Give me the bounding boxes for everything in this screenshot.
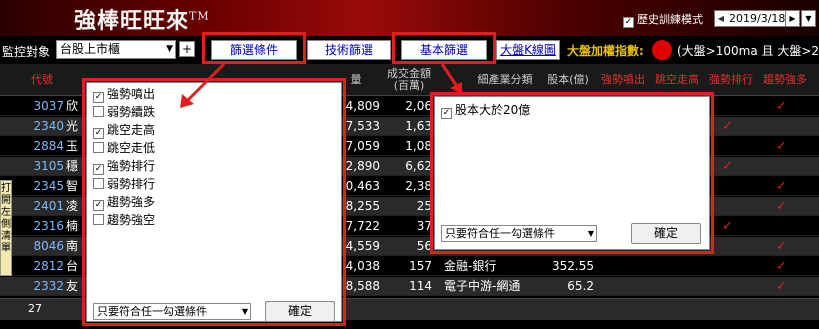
industry-value: 電子中游-網通 (444, 279, 521, 293)
stock-code: 2401 (33, 199, 64, 213)
check-strength-rank (722, 257, 742, 276)
market-select[interactable]: 台股上市櫃 ▼ (56, 40, 176, 59)
date-picker[interactable]: ◀ 2019/3/18 (714, 10, 789, 27)
check-trend-strong: ✓ (776, 279, 787, 294)
prev-date-icon[interactable]: ◀ (715, 14, 727, 23)
stock-code: 3105 (33, 159, 64, 173)
stock-code: 2340 (33, 119, 64, 133)
check-strength-rank: ✓ (722, 159, 733, 174)
turnover-value: 25 (416, 199, 432, 213)
check-trend-strong: ✓ (776, 199, 787, 214)
header-trend-strong[interactable]: 趨勢強多 (758, 64, 812, 96)
status-indicator (652, 40, 672, 60)
check-strong-gap (616, 277, 636, 296)
stock-code: 2345 (33, 179, 64, 193)
add-button[interactable]: + (179, 41, 195, 57)
turnover-value: 56 (416, 239, 432, 253)
weighted-index-label: 大盤加權指數: (567, 44, 644, 58)
check-strength-rank (722, 237, 742, 256)
check-gap-up (670, 277, 690, 296)
check-gap-up (670, 257, 690, 276)
turnover-value: 157 (409, 259, 432, 273)
check-trend-strong: ✓ (776, 139, 787, 154)
history-mode-toggle[interactable]: ✓ 歷史訓練模式 (623, 11, 703, 28)
stock-code: 8046 (33, 239, 64, 253)
title-bar: 強棒旺旺來TM ✓ 歷史訓練模式 ◀ 2019/3/18 ▶ ▼ (0, 0, 819, 36)
turnover-value: 1,08 (405, 139, 432, 153)
next-date-icon[interactable]: ▶ (785, 10, 800, 27)
check-strength-rank (722, 197, 742, 216)
highlight-fundamental-popup (430, 92, 714, 254)
industry-value: 金融-銀行 (444, 259, 497, 273)
check-strength-rank (722, 177, 742, 196)
checkbox-icon[interactable]: ✓ (623, 17, 634, 28)
check-strength-rank (722, 137, 742, 156)
stock-code: 2316 (33, 219, 64, 233)
header-code[interactable]: 代號 (20, 64, 64, 96)
stock-code: 2332 (33, 279, 64, 293)
turnover-value: 2,38 (405, 179, 432, 193)
stock-code: 3037 (33, 99, 64, 113)
stock-code: 2884 (33, 139, 64, 153)
technical-filter-button[interactable]: 技術篩選 (307, 40, 391, 60)
check-strong-gap (616, 257, 636, 276)
turnover-value: 37 (416, 219, 432, 233)
check-trend-strong: ✓ (776, 179, 787, 194)
stock-code: 2812 (33, 259, 64, 273)
capital-value: 352.55 (552, 259, 594, 273)
check-trend-strong (776, 217, 796, 236)
app-logo: 強棒旺旺來TM (74, 8, 210, 34)
market-condition-text: (大盤>100ma 且 大盤>20 (677, 44, 819, 58)
side-list-tab[interactable]: 打開左側清單 (0, 180, 12, 276)
check-strength-rank: ✓ (722, 119, 733, 134)
highlight-filter-popup (82, 78, 346, 326)
monitor-label: 監控對象 (2, 45, 51, 59)
check-strength-rank (722, 277, 742, 296)
highlight-filter-button (202, 32, 306, 64)
date-value: 2019/3/18 (729, 12, 786, 25)
date-dropdown-icon[interactable]: ▼ (801, 10, 816, 27)
capital-value: 65.2 (567, 279, 594, 293)
check-strength-rank: ✓ (722, 219, 733, 234)
check-trend-strong: ✓ (776, 99, 787, 114)
highlight-fundamental-button (392, 32, 496, 64)
check-trend-strong (776, 117, 796, 136)
turnover-value: 1,63 (405, 119, 432, 133)
turnover-value: 114 (409, 279, 432, 293)
chevron-down-icon: ▼ (166, 44, 173, 54)
check-strength-rank (722, 97, 742, 116)
turnover-value: 2,06 (405, 99, 432, 113)
row-count: 27 (28, 302, 42, 315)
turnover-value: 6,62 (405, 159, 432, 173)
check-trend-strong: ✓ (776, 239, 787, 254)
check-trend-strong (776, 157, 796, 176)
check-trend-strong: ✓ (776, 259, 787, 274)
market-kline-link[interactable]: 大盤K線圖 (496, 40, 560, 60)
